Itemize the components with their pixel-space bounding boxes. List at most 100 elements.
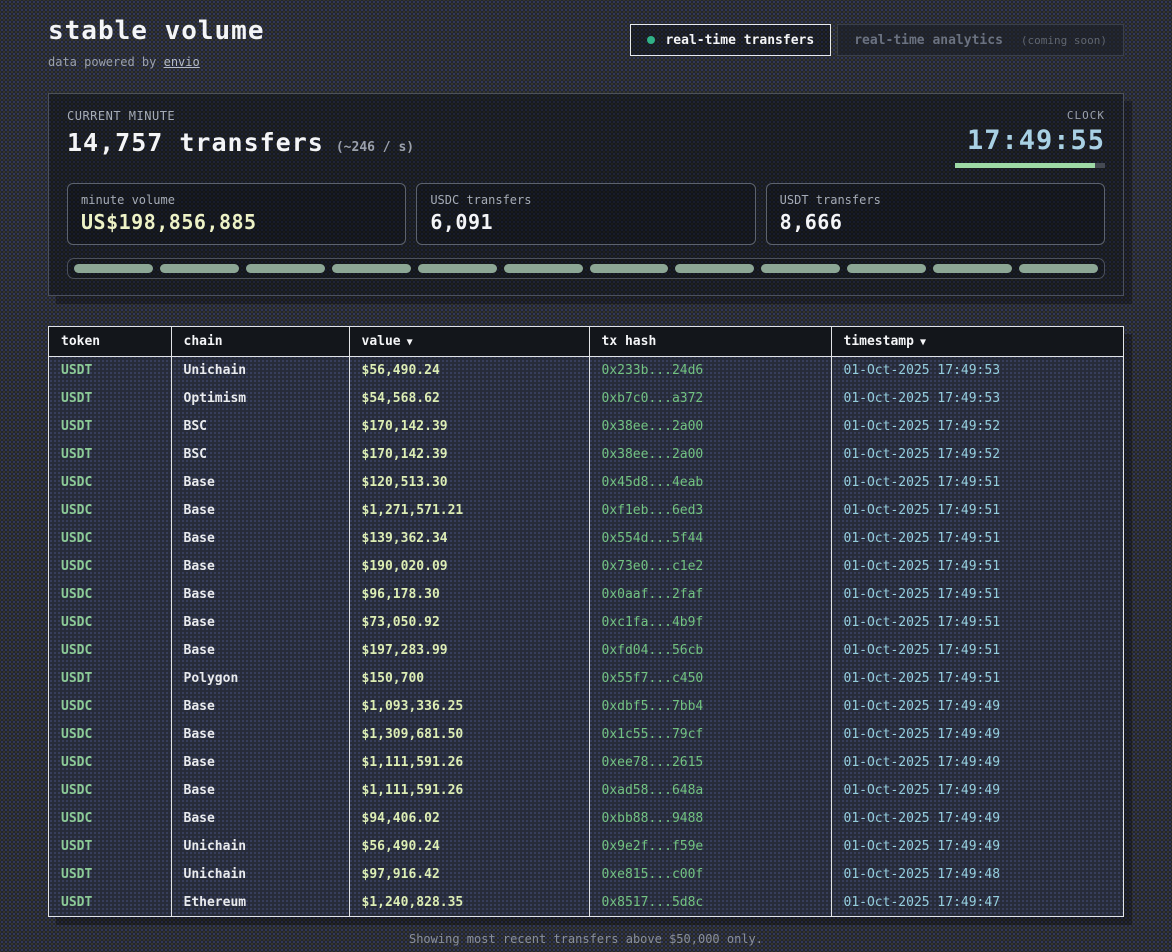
cell-tx-hash[interactable]: 0x38ee...2a00	[589, 412, 831, 440]
cell-tx-hash[interactable]: 0xbb88...9488	[589, 804, 831, 832]
cell-tx-hash[interactable]: 0x9e2f...f59e	[589, 832, 831, 860]
cell-value: $73,050.92	[349, 608, 589, 636]
cell-tx-hash[interactable]: 0xfd04...56cb	[589, 636, 831, 664]
tab-bar: real-time transfers real-time analytics …	[630, 24, 1124, 56]
cell-value: $1,093,336.25	[349, 692, 589, 720]
current-minute-label: CURRENT MINUTE	[67, 109, 414, 123]
cell-tx-hash[interactable]: 0xf1eb...6ed3	[589, 496, 831, 524]
table-row: USDC Base $94,406.02 0xbb88...9488 01-Oc…	[49, 804, 1123, 832]
column-header-tx-hash[interactable]: tx hash	[589, 327, 831, 356]
cell-token: USDT	[49, 888, 171, 916]
sort-arrow-icon: ▼	[407, 337, 413, 348]
cell-chain: Base	[171, 720, 349, 748]
transfers-table: token chain value▼ tx hash timestamp▼ US…	[48, 326, 1124, 917]
progress-segment	[246, 264, 325, 273]
tab-real-time-transfers[interactable]: real-time transfers	[630, 24, 831, 56]
progress-segment	[590, 264, 669, 273]
cell-tx-hash[interactable]: 0xad58...648a	[589, 776, 831, 804]
table-row: USDC Base $1,309,681.50 0x1c55...79cf 01…	[49, 720, 1123, 748]
column-header-chain[interactable]: chain	[171, 327, 349, 356]
column-header-token[interactable]: token	[49, 327, 171, 356]
clock-block: CLOCK 17:49:55	[955, 109, 1105, 168]
cell-value: $56,490.24	[349, 356, 589, 384]
cell-tx-hash[interactable]: 0xe815...c00f	[589, 860, 831, 888]
cell-token: USDT	[49, 440, 171, 468]
cell-chain: Base	[171, 608, 349, 636]
cell-timestamp: 01-Oct-2025 17:49:49	[831, 720, 1123, 748]
cell-token: USDT	[49, 860, 171, 888]
column-header-timestamp[interactable]: timestamp▼	[831, 327, 1123, 356]
cell-token: USDT	[49, 664, 171, 692]
minute-progress-segments	[67, 258, 1105, 279]
cell-token: USDC	[49, 608, 171, 636]
powered-by-text: data powered by envio	[48, 55, 265, 69]
cell-chain: Base	[171, 748, 349, 776]
cell-value: $139,362.34	[349, 524, 589, 552]
top-bar: stable volume data powered by envio real…	[48, 0, 1124, 69]
column-header-value[interactable]: value▼	[349, 327, 589, 356]
current-minute-panel: CURRENT MINUTE 14,757 transfers (~246 / …	[48, 93, 1124, 296]
cell-token: USDC	[49, 552, 171, 580]
cell-token: USDC	[49, 748, 171, 776]
stat-card-usdt-transfers: USDT transfers 8,666	[766, 183, 1105, 245]
table-row: USDC Base $139,362.34 0x554d...5f44 01-O…	[49, 524, 1123, 552]
cell-tx-hash[interactable]: 0x73e0...c1e2	[589, 552, 831, 580]
table-row: USDT Ethereum $1,240,828.35 0x8517...5d8…	[49, 888, 1123, 916]
cell-timestamp: 01-Oct-2025 17:49:49	[831, 832, 1123, 860]
cell-token: USDC	[49, 720, 171, 748]
progress-segment	[504, 264, 583, 273]
envio-link[interactable]: envio	[164, 55, 200, 69]
footer-note: Showing most recent transfers above $50,…	[48, 932, 1124, 946]
cell-tx-hash[interactable]: 0x38ee...2a00	[589, 440, 831, 468]
cell-tx-hash[interactable]: 0xb7c0...a372	[589, 384, 831, 412]
cell-timestamp: 01-Oct-2025 17:49:53	[831, 384, 1123, 412]
table-row: USDC Base $197,283.99 0xfd04...56cb 01-O…	[49, 636, 1123, 664]
cell-timestamp: 01-Oct-2025 17:49:51	[831, 524, 1123, 552]
tab-real-time-analytics[interactable]: real-time analytics (coming soon)	[837, 24, 1124, 56]
clock-label: CLOCK	[955, 109, 1105, 122]
cell-tx-hash[interactable]: 0x45d8...4eab	[589, 468, 831, 496]
table-row: USDT Unichain $97,916.42 0xe815...c00f 0…	[49, 860, 1123, 888]
cell-value: $1,271,571.21	[349, 496, 589, 524]
cell-tx-hash[interactable]: 0x55f7...c450	[589, 664, 831, 692]
stat-card-value: US$198,856,885	[81, 210, 392, 234]
cell-tx-hash[interactable]: 0xc1fa...4b9f	[589, 608, 831, 636]
page-title: stable volume	[48, 16, 265, 46]
minute-progress-track	[955, 163, 1105, 168]
cell-tx-hash[interactable]: 0x0aaf...2faf	[589, 580, 831, 608]
cell-token: USDT	[49, 832, 171, 860]
stats-top-row: CURRENT MINUTE 14,757 transfers (~246 / …	[67, 109, 1105, 168]
cell-tx-hash[interactable]: 0xee78...2615	[589, 748, 831, 776]
cell-chain: Unichain	[171, 860, 349, 888]
cell-tx-hash[interactable]: 0x233b...24d6	[589, 356, 831, 384]
page-root: stable volume data powered by envio real…	[0, 0, 1172, 946]
cell-timestamp: 01-Oct-2025 17:49:51	[831, 580, 1123, 608]
cell-value: $197,283.99	[349, 636, 589, 664]
cell-value: $120,513.30	[349, 468, 589, 496]
stat-card-value: 8,666	[780, 210, 1091, 234]
transfers-count: 14,757 transfers	[67, 128, 324, 157]
cell-token: USDC	[49, 636, 171, 664]
cell-tx-hash[interactable]: 0xdbf5...7bb4	[589, 692, 831, 720]
cell-tx-hash[interactable]: 0x554d...5f44	[589, 524, 831, 552]
cell-token: USDT	[49, 356, 171, 384]
cell-tx-hash[interactable]: 0x1c55...79cf	[589, 720, 831, 748]
cell-chain: Optimism	[171, 384, 349, 412]
table-row: USDC Base $120,513.30 0x45d8...4eab 01-O…	[49, 468, 1123, 496]
cell-value: $96,178.30	[349, 580, 589, 608]
table-row: USDC Base $73,050.92 0xc1fa...4b9f 01-Oc…	[49, 608, 1123, 636]
cell-tx-hash[interactable]: 0x8517...5d8c	[589, 888, 831, 916]
cell-chain: Base	[171, 580, 349, 608]
cell-token: USDC	[49, 524, 171, 552]
cell-value: $1,111,591.26	[349, 748, 589, 776]
table-body: USDT Unichain $56,490.24 0x233b...24d6 0…	[49, 356, 1123, 916]
table-header: token chain value▼ tx hash timestamp▼	[49, 327, 1123, 356]
table-row: USDT Optimism $54,568.62 0xb7c0...a372 0…	[49, 384, 1123, 412]
table-row: USDC Base $96,178.30 0x0aaf...2faf 01-Oc…	[49, 580, 1123, 608]
table-row: USDC Base $1,093,336.25 0xdbf5...7bb4 01…	[49, 692, 1123, 720]
cell-token: USDT	[49, 384, 171, 412]
cell-value: $190,020.09	[349, 552, 589, 580]
cell-timestamp: 01-Oct-2025 17:49:49	[831, 748, 1123, 776]
cell-timestamp: 01-Oct-2025 17:49:51	[831, 664, 1123, 692]
cell-chain: Unichain	[171, 356, 349, 384]
